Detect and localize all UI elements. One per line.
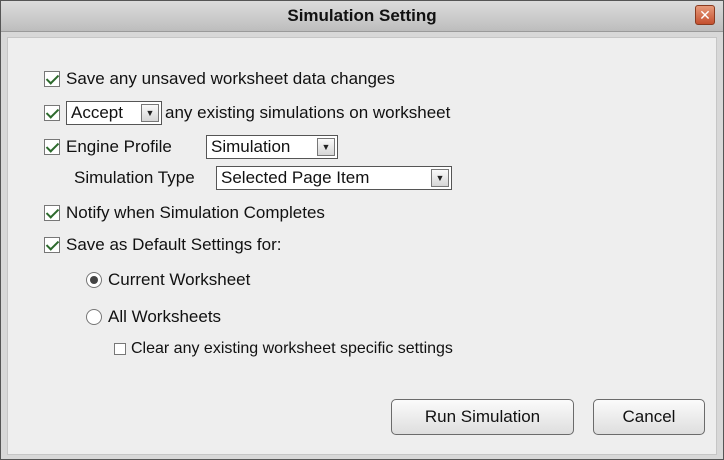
run-simulation-button[interactable]: Run Simulation [391,399,574,435]
scope-all-option[interactable]: All Worksheets [86,307,221,327]
simulation-type-dropdown[interactable]: Selected Page Item ▼ [216,166,452,190]
notify-checkbox[interactable] [44,205,60,221]
clear-specific-label: Clear any existing worksheet specific se… [131,340,453,357]
scope-all-radio[interactable] [86,309,102,325]
simulation-type-value: Selected Page Item [221,168,370,187]
engine-profile-value: Simulation [211,137,291,156]
notify-label: Notify when Simulation Completes [66,203,325,222]
cancel-button[interactable]: Cancel [593,399,705,435]
save-default-option[interactable]: Save as Default Settings for: [44,235,281,255]
chevron-down-icon[interactable]: ▼ [431,169,449,187]
chevron-down-icon[interactable]: ▼ [317,138,335,156]
engine-profile-option: Engine Profile Simulation ▼ [44,135,338,159]
clear-specific-option[interactable]: Clear any existing worksheet specific se… [114,340,453,358]
accept-mode-dropdown[interactable]: Accept ▼ [66,101,162,125]
title-bar[interactable]: Simulation Setting ✕ [1,1,723,32]
scope-current-radio[interactable] [86,272,102,288]
simulation-setting-dialog: Simulation Setting ✕ Save any unsaved wo… [0,0,724,460]
close-icon[interactable]: ✕ [695,5,715,25]
save-unsaved-option[interactable]: Save any unsaved worksheet data changes [44,69,395,89]
clear-specific-checkbox[interactable] [114,343,126,355]
save-unsaved-label: Save any unsaved worksheet data changes [66,69,395,88]
save-default-checkbox[interactable] [44,237,60,253]
dialog-title: Simulation Setting [287,6,437,25]
accept-option: Accept ▼ any existing simulations on wor… [44,101,450,125]
engine-profile-label: Engine Profile [66,137,172,156]
save-default-label: Save as Default Settings for: [66,235,282,254]
scope-current-label: Current Worksheet [108,270,251,289]
save-unsaved-checkbox[interactable] [44,71,60,87]
accept-checkbox[interactable] [44,105,60,121]
scope-all-label: All Worksheets [108,307,222,326]
accept-mode-value: Accept [71,103,123,122]
engine-profile-dropdown[interactable]: Simulation ▼ [206,135,338,159]
simulation-type-option: Simulation Type Selected Page Item ▼ [74,166,452,190]
dialog-body: Save any unsaved worksheet data changes … [7,37,717,455]
engine-profile-checkbox[interactable] [44,139,60,155]
simulation-type-label: Simulation Type [74,168,195,187]
accept-suffix-label: any existing simulations on worksheet [165,103,451,122]
chevron-down-icon[interactable]: ▼ [141,104,159,122]
notify-option[interactable]: Notify when Simulation Completes [44,203,325,223]
scope-current-option[interactable]: Current Worksheet [86,270,250,290]
